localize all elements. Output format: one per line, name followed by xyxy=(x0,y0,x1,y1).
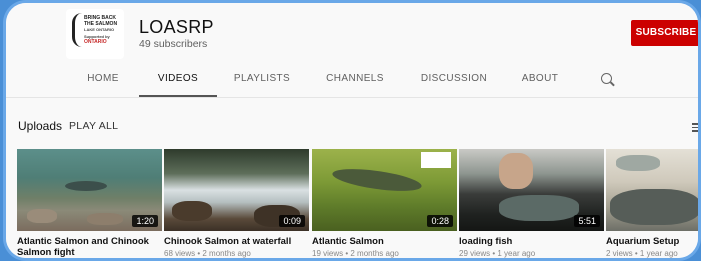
logo-text-line-5: ONTARIO xyxy=(84,39,107,45)
video-meta: 68 views • 2 months ago xyxy=(164,249,251,258)
rock-shape xyxy=(172,201,212,221)
search-icon[interactable] xyxy=(601,73,612,84)
channel-avatar[interactable]: BRING BACK THE SALMON LAKE ONTARIO Suppo… xyxy=(66,9,124,59)
video-card[interactable]: 0:09 Chinook Salmon at waterfall 68 view… xyxy=(164,149,309,258)
video-card[interactable]: 5:51 loading fish 29 views • 1 year ago xyxy=(459,149,604,258)
channel-watermark-logo xyxy=(421,152,451,168)
video-meta: 29 views • 1 year ago xyxy=(459,249,536,258)
gravel-shape xyxy=(499,195,579,221)
video-thumbnail[interactable]: 1:20 xyxy=(17,149,162,231)
aquarium-sign-shape xyxy=(616,155,660,171)
video-title[interactable]: Atlantic Salmon xyxy=(312,236,457,247)
aquarium-tank-shape xyxy=(610,189,698,225)
tab-videos[interactable]: VIDEOS xyxy=(139,63,217,97)
tab-channels[interactable]: CHANNELS xyxy=(320,63,390,95)
video-card[interactable]: 0:28 Atlantic Salmon 19 views • 2 months… xyxy=(312,149,457,258)
video-duration: 0:09 xyxy=(279,215,305,227)
tab-home[interactable]: HOME xyxy=(78,63,128,95)
video-meta: 19 views • 2 months ago xyxy=(312,249,399,258)
logo-text-line-3: LAKE ONTARIO xyxy=(84,27,115,32)
video-title[interactable]: Chinook Salmon at waterfall xyxy=(164,236,309,247)
hands-shape xyxy=(499,153,533,189)
salmon-shape xyxy=(65,181,107,191)
channel-name: LOASRP xyxy=(139,17,214,37)
video-thumbnail[interactable] xyxy=(606,149,698,231)
video-duration: 0:28 xyxy=(427,215,453,227)
video-meta: 2 views • 1 year ago xyxy=(606,249,678,258)
video-thumbnail[interactable]: 0:28 xyxy=(312,149,457,231)
play-all-button[interactable]: PLAY ALL xyxy=(69,120,118,132)
sort-icon[interactable] xyxy=(692,123,698,132)
tab-discussion[interactable]: DISCUSSION xyxy=(414,63,494,95)
tab-about[interactable]: ABOUT xyxy=(512,63,568,95)
rock-shape xyxy=(27,209,57,223)
video-duration: 1:20 xyxy=(132,215,158,227)
video-title[interactable]: Atlantic Salmon and Chinook Salmon fight xyxy=(17,236,162,258)
video-title[interactable]: loading fish xyxy=(459,236,604,247)
video-duration: 5:51 xyxy=(574,215,600,227)
rock-shape xyxy=(87,213,123,225)
channel-header: BRING BACK THE SALMON LAKE ONTARIO Suppo… xyxy=(6,3,698,65)
channel-tabs: HOME VIDEOS PLAYLISTS CHANNELS DISCUSSIO… xyxy=(6,63,698,97)
youtube-channel-window: BRING BACK THE SALMON LAKE ONTARIO Suppo… xyxy=(6,3,698,258)
section-title: Uploads xyxy=(18,119,63,133)
video-title[interactable]: Aquarium Setup xyxy=(606,236,698,247)
subscriber-count: 49 subscribers xyxy=(139,38,208,50)
tab-playlists[interactable]: PLAYLISTS xyxy=(227,63,297,95)
video-card[interactable]: Aquarium Setup 2 views • 1 year ago xyxy=(606,149,698,258)
video-thumbnail[interactable]: 5:51 xyxy=(459,149,604,231)
subscribe-button[interactable]: SUBSCRIBE xyxy=(631,20,698,46)
video-thumbnail[interactable]: 0:09 xyxy=(164,149,309,231)
salmon-shape xyxy=(331,164,423,196)
video-card[interactable]: 1:20 Atlantic Salmon and Chinook Salmon … xyxy=(17,149,162,258)
